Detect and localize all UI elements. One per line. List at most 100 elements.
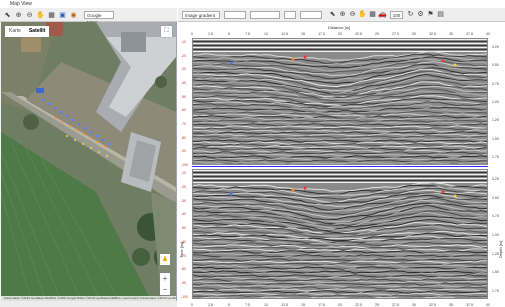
zoom-out-icon[interactable]: ⊖ — [25, 10, 34, 19]
gpr-marker — [291, 57, 295, 61]
depth-tick-bottom-0: 0.25 — [492, 177, 499, 181]
gpr-marker — [441, 190, 445, 194]
grid-icon[interactable]: ▤ — [436, 10, 445, 19]
x-tick-10: 25 — [375, 32, 379, 36]
x-tick-bottom-0: 0 — [191, 303, 193, 307]
layers-icon[interactable]: ▦ — [47, 10, 56, 19]
map-window-titlebar: Map View — [0, 0, 177, 8]
map-type-karte[interactable]: Karte — [5, 26, 25, 37]
map-source-select[interactable]: Google Maps — [84, 10, 114, 25]
depth-tick-bottom-3: 1.00 — [492, 233, 499, 237]
time-tick-top-8: -90 — [181, 149, 187, 154]
time-tick-bottom-3: -40 — [181, 212, 187, 217]
gpr-marker — [303, 55, 307, 59]
time-tick-bottom-9: -100 — [181, 295, 189, 299]
time-tick-bottom-0: -10 — [181, 171, 187, 175]
map-toolbar: ⬉ ⊕ ⊖ ✋ ▦ ▣ ◉ Google Maps — [0, 8, 177, 25]
range-select[interactable] — [300, 11, 322, 19]
channel-select[interactable] — [284, 11, 296, 19]
flag-icon[interactable]: ⚑ — [426, 10, 435, 19]
refresh-icon[interactable]: ↻ — [406, 10, 415, 19]
x-tick-bottom-14: 35 — [449, 303, 453, 307]
x-axis-title: Distance [m] — [328, 25, 351, 30]
time-tick-bottom-1: -20 — [181, 184, 187, 189]
x-tick-13: 32.5 — [429, 32, 436, 36]
pointer-icon[interactable]: ⬉ — [3, 10, 12, 19]
time-tick-top-6: -70 — [181, 122, 187, 126]
gain-select[interactable] — [250, 11, 280, 19]
map-type-toggle: Karte Satellit — [5, 26, 50, 37]
x-tick-6: 15 — [301, 32, 305, 36]
depth-tick-top-5: 1.50 — [492, 136, 499, 141]
save-icon[interactable]: ▣ — [58, 10, 67, 19]
hand-pan-icon[interactable]: ✋ — [358, 10, 367, 19]
depth-tick-bottom-6: 1.75 — [492, 289, 499, 293]
time-tick-top-5: -60 — [181, 108, 187, 113]
gpr-marker — [303, 186, 307, 190]
fit-icon[interactable]: ▦ — [368, 10, 377, 19]
radargram-panel-top[interactable] — [192, 38, 488, 165]
zoom-out-button[interactable]: − — [160, 284, 170, 295]
map-window-title: Map View — [10, 1, 32, 7]
x-tick-3: 7.5 — [245, 32, 250, 36]
filter-select[interactable] — [224, 11, 246, 19]
car-icon[interactable]: 🚗 — [378, 10, 387, 19]
x-tick-bottom-9: 22.5 — [355, 303, 362, 307]
x-tick-bottom-3: 7.5 — [245, 303, 250, 307]
x-tick-bottom-8: 20 — [338, 303, 342, 307]
gpr-marker — [229, 192, 233, 196]
map-imagery — [1, 22, 176, 301]
x-tick-9: 22.5 — [355, 32, 362, 36]
fullscreen-icon[interactable]: ⛶ — [161, 26, 172, 37]
depth-tick-top-1: 0.50 — [492, 63, 499, 68]
x-tick-bottom-7: 17.5 — [318, 303, 325, 307]
time-axis-label: Time [ns] — [179, 241, 184, 258]
depth-tick-top-4: 1.25 — [492, 118, 499, 123]
time-tick-top-0: -10 — [181, 40, 187, 44]
globe-icon[interactable]: ◉ — [69, 10, 78, 19]
x-tick-16: 40 — [486, 32, 490, 36]
zoom-in-icon[interactable]: ⊕ — [338, 10, 347, 19]
x-tick-bottom-13: 32.5 — [429, 303, 436, 307]
depth-tick-bottom-2: 0.75 — [492, 214, 499, 219]
time-tick-bottom-2: -30 — [181, 198, 187, 203]
gpr-marker — [453, 194, 457, 198]
x-tick-12: 30 — [412, 32, 416, 36]
x-tick-8: 20 — [338, 32, 342, 36]
street-view-pegman-icon[interactable]: ♟ — [160, 254, 170, 265]
zoom-out-icon[interactable]: ⊖ — [348, 10, 357, 19]
time-tick-bottom-8: -90 — [181, 281, 187, 286]
gpr-marker — [453, 63, 457, 67]
map-window: Map View ⬉ ⊕ ⊖ ✋ ▦ ▣ ◉ Google Maps — [0, 0, 177, 307]
x-tick-bottom-1: 2.5 — [208, 303, 213, 307]
pointer-icon[interactable]: ⬉ — [328, 10, 337, 19]
time-tick-top-4: -50 — [181, 94, 187, 99]
depth-tick-bottom-1: 0.50 — [492, 195, 499, 200]
radargram-panel-bottom[interactable] — [192, 169, 488, 299]
depth-tick-top-0: 0.25 — [492, 45, 499, 49]
map-zoom-control: + − — [160, 273, 170, 295]
depth-tick-bottom-5: 1.50 — [492, 270, 499, 275]
map-status-bar — [0, 301, 177, 307]
x-tick-0: 0 — [191, 32, 193, 36]
hand-pan-icon[interactable]: ✋ — [36, 10, 45, 19]
x-tick-14: 35 — [449, 32, 453, 36]
zoom-in-icon[interactable]: ⊕ — [14, 10, 23, 19]
depth-tick-top-2: 0.75 — [492, 81, 499, 86]
x-tick-bottom-6: 15 — [301, 303, 305, 307]
x-tick-2: 5 — [228, 32, 230, 36]
radargram-plot: Distance [m] 0 2.5 5 7.5 10 12.5 15 17.5 20 22.5 2… — [178, 23, 505, 307]
gear-icon[interactable]: ⚙ — [416, 10, 425, 19]
view-mode-select[interactable]: Image gradient — [182, 11, 220, 19]
x-tick-1: 2.5 — [208, 32, 213, 36]
gpr-marker — [229, 61, 233, 65]
zoom-in-button[interactable]: + — [160, 273, 170, 284]
map-type-satellit[interactable]: Satellit — [25, 26, 49, 37]
x-tick-15: 37.5 — [466, 32, 473, 36]
x-tick-bottom-11: 27.5 — [392, 303, 399, 307]
satellite-map[interactable]: Karte Satellit ⛶ ♟ + − Kartendaten ©2019… — [1, 22, 176, 301]
zoom-level-field[interactable]: 100 — [390, 11, 403, 19]
x-tick-7: 17.5 — [318, 32, 325, 36]
x-tick-bottom-16: 40 — [486, 303, 490, 307]
x-tick-bottom-15: 37.5 — [466, 303, 473, 307]
